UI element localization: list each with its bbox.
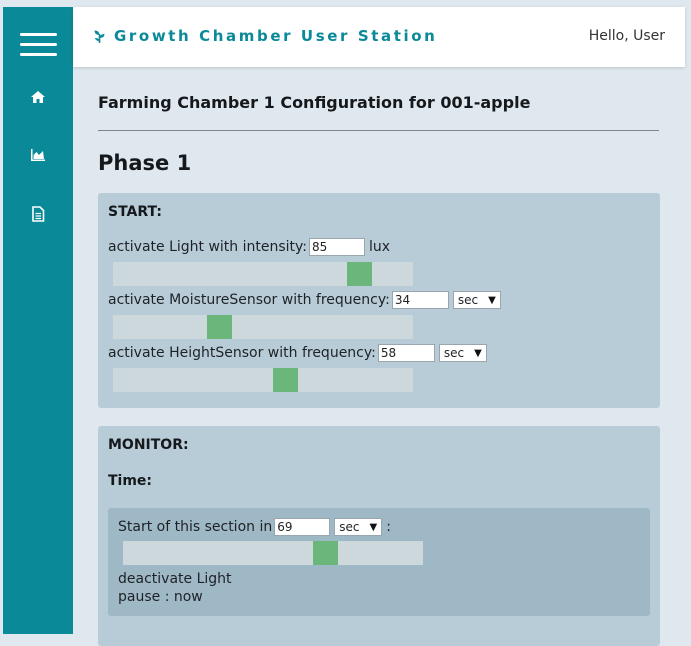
- select-value: sec: [457, 293, 479, 307]
- section-unit-select[interactable]: sec ▼: [334, 518, 383, 536]
- height-frequency-row: activate HeightSensor with frequency: se…: [108, 344, 487, 362]
- monitor-panel: MONITOR: Time: Start of this section in …: [98, 426, 660, 646]
- divider: [98, 130, 659, 131]
- section-start-input[interactable]: [274, 518, 331, 536]
- time-label: Time:: [108, 473, 153, 489]
- pause-text: pause : now: [118, 589, 203, 605]
- document-icon[interactable]: [30, 206, 46, 222]
- select-value: sec: [443, 346, 465, 360]
- row-text: activate HeightSensor with frequency:: [108, 345, 376, 361]
- chevron-down-icon: ▼: [488, 294, 496, 306]
- height-frequency-slider[interactable]: [113, 368, 413, 392]
- unit-label: lux: [369, 239, 391, 255]
- row-text: activate MoistureSensor with frequency:: [108, 292, 390, 308]
- hamburger-menu-icon[interactable]: [20, 33, 57, 57]
- moisture-frequency-slider[interactable]: [113, 315, 413, 339]
- slider-thumb[interactable]: [313, 541, 338, 565]
- height-unit-select[interactable]: sec ▼: [438, 344, 487, 362]
- section-start-slider[interactable]: [123, 541, 423, 565]
- chevron-down-icon: ▼: [369, 521, 378, 533]
- app-title: Growth Chamber User Station: [114, 27, 438, 45]
- row-text: Start of this section in: [118, 519, 273, 535]
- slider-thumb[interactable]: [273, 368, 298, 392]
- top-header: Growth Chamber User Station Hello, User: [73, 7, 685, 67]
- row-text: activate Light with intensity:: [108, 239, 308, 255]
- colon-label: :: [386, 519, 391, 535]
- phase-title: Phase 1: [98, 151, 192, 175]
- select-value: sec: [339, 520, 360, 534]
- home-icon[interactable]: [30, 89, 46, 105]
- light-intensity-input[interactable]: [309, 238, 366, 256]
- slider-thumb[interactable]: [207, 315, 232, 339]
- moisture-frequency-row: activate MoistureSensor with frequency: …: [108, 291, 501, 309]
- moisture-frequency-input[interactable]: [391, 291, 449, 309]
- brand[interactable]: Growth Chamber User Station: [93, 27, 437, 45]
- chevron-down-icon: ▼: [474, 347, 482, 359]
- height-frequency-input[interactable]: [377, 344, 435, 362]
- light-intensity-row: activate Light with intensity: lux: [108, 238, 390, 256]
- light-intensity-slider[interactable]: [113, 262, 413, 286]
- start-label: START:: [108, 204, 162, 220]
- moisture-unit-select[interactable]: sec ▼: [452, 291, 501, 309]
- chart-icon[interactable]: [30, 147, 46, 163]
- slider-thumb[interactable]: [347, 262, 372, 286]
- time-section: Start of this section in sec ▼ : deactiva…: [108, 508, 650, 616]
- sidebar: [3, 7, 73, 634]
- monitor-label: MONITOR:: [108, 437, 189, 453]
- page-title: Farming Chamber 1 Configuration for 001-…: [98, 93, 531, 112]
- sprout-icon: [94, 30, 105, 43]
- action-text: deactivate Light: [118, 571, 232, 587]
- user-greeting[interactable]: Hello, User: [589, 28, 665, 44]
- start-panel: START: activate Light with intensity: lu…: [98, 193, 660, 408]
- section-start-row: Start of this section in sec ▼ :: [118, 518, 391, 536]
